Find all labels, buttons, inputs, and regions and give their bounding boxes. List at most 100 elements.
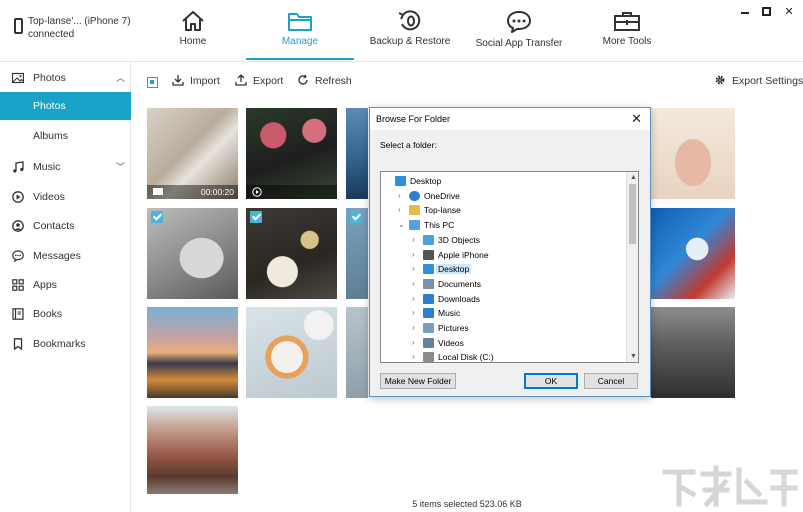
pictures-icon — [423, 323, 434, 333]
tree-item[interactable]: › Desktop — [381, 262, 621, 277]
scroll-thumb[interactable] — [629, 184, 636, 244]
tree-item[interactable]: Desktop — [381, 174, 621, 189]
sidebar-item-videos[interactable]: Videos — [0, 183, 131, 211]
tree-item[interactable]: › Music — [381, 306, 621, 321]
photo-thumbnail[interactable] — [147, 208, 238, 299]
close-window-button[interactable]: ✕ — [783, 6, 795, 18]
download-icon — [423, 293, 434, 304]
expand-arrow-icon[interactable]: › — [412, 338, 420, 347]
export-label: Export — [253, 75, 284, 87]
tree-item-label: Videos — [438, 337, 464, 348]
tree-item-label: Downloads — [438, 293, 481, 304]
refresh-button[interactable]: Refresh — [297, 74, 352, 92]
ok-button[interactable]: OK — [524, 373, 578, 389]
toolbar: Import Export Refresh Export Settings — [131, 62, 803, 104]
scroll-up-arrow[interactable]: ▲ — [630, 174, 637, 181]
tree-item[interactable]: › OneDrive — [381, 189, 621, 204]
tree-item-label: This PC — [424, 220, 455, 231]
photo-thumbnail[interactable] — [147, 406, 238, 494]
sidebar-label-albums: Albums — [33, 130, 69, 142]
selected-checkbox[interactable] — [350, 211, 362, 223]
export-button[interactable]: Export — [235, 74, 283, 92]
import-button[interactable]: Import — [172, 74, 220, 92]
tree-item[interactable]: ⌄ This PC — [381, 218, 621, 233]
photo-thumbnail[interactable] — [346, 108, 368, 199]
sidebar-subitem-photos[interactable]: Photos — [0, 92, 131, 120]
device-info[interactable]: Top-lanse'... (iPhone 7) connected — [12, 14, 142, 46]
tree-item[interactable]: › Downloads — [381, 292, 621, 307]
expand-arrow-icon[interactable]: › — [412, 250, 420, 259]
photo-thumbnail[interactable]: 00:00:20 — [147, 108, 238, 199]
nav-home-label: Home — [179, 36, 207, 47]
expand-arrow-icon[interactable]: › — [412, 308, 420, 317]
nav-more-tools[interactable]: More Tools — [590, 0, 664, 60]
photo-thumbnail[interactable] — [346, 208, 368, 299]
folder-tree[interactable]: Desktop › OneDrive › Top-lanse ⌄ This PC › 3D Ob… — [380, 171, 639, 363]
maximize-icon — [762, 7, 771, 16]
sidebar-item-contacts[interactable]: Contacts — [0, 212, 131, 240]
tree-item-label: Local Disk (C:) — [438, 352, 494, 363]
photo-thumbnail[interactable] — [147, 307, 238, 398]
nav-social-transfer[interactable]: Social App Transfer — [470, 0, 568, 60]
tree-item[interactable]: › Local Disk (C:) — [381, 350, 621, 363]
sidebar-label-apps: Apps — [33, 279, 57, 291]
minimize-button[interactable] — [741, 6, 753, 18]
tree-item[interactable]: › Pictures — [381, 321, 621, 336]
tree-item[interactable]: › 3D Objects — [381, 233, 621, 248]
photo-thumbnail[interactable] — [246, 108, 337, 199]
photo-thumbnail[interactable] — [246, 208, 337, 299]
selected-checkbox[interactable] — [250, 211, 262, 223]
tree-item[interactable]: › Top-lanse — [381, 203, 621, 218]
tree-scrollbar[interactable]: ▲ ▼ — [626, 172, 638, 362]
expanded-arrow-icon[interactable]: ⌄ — [398, 220, 406, 229]
sidebar-item-books[interactable]: Books — [0, 300, 131, 328]
expand-arrow-icon[interactable]: › — [412, 294, 420, 303]
dialog-titlebar: Browse For Folder ✕ — [370, 108, 650, 130]
sidebar-item-photos[interactable]: Photos ︿ — [0, 64, 131, 92]
sidebar-label-books: Books — [33, 308, 63, 320]
tree-item[interactable]: › Apple iPhone — [381, 248, 621, 263]
scroll-down-arrow[interactable]: ▼ — [630, 353, 637, 360]
export-settings-button[interactable]: Export Settings — [714, 74, 803, 92]
message-icon — [12, 250, 24, 262]
expand-arrow-icon[interactable]: › — [412, 235, 420, 244]
select-all-checkbox[interactable] — [147, 77, 158, 88]
tree-item[interactable]: › Videos — [381, 336, 621, 351]
photo-thumbnail[interactable] — [246, 307, 337, 398]
tree-item[interactable]: › Documents — [381, 277, 621, 292]
expand-arrow-icon[interactable]: › — [412, 352, 420, 361]
expand-arrow-icon[interactable]: › — [412, 264, 420, 273]
photo-thumbnail[interactable] — [651, 108, 735, 199]
nav-manage[interactable]: Manage — [246, 0, 354, 60]
refresh-label: Refresh — [315, 75, 352, 87]
sidebar-item-apps[interactable]: Apps — [0, 271, 131, 299]
photo-thumbnail[interactable] — [346, 307, 368, 398]
play-circle-icon — [12, 191, 24, 203]
export-settings-label: Export Settings — [732, 75, 803, 87]
video-info-bar — [246, 185, 337, 199]
photo-thumbnail[interactable] — [651, 307, 735, 398]
sidebar-label-bookmarks: Bookmarks — [33, 338, 86, 350]
selected-checkbox[interactable] — [151, 211, 163, 223]
sidebar-item-messages[interactable]: Messages — [0, 242, 131, 270]
dialog-title: Browse For Folder — [376, 114, 451, 124]
cancel-button[interactable]: Cancel — [584, 373, 638, 389]
expand-arrow-icon[interactable]: › — [412, 279, 420, 288]
dialog-close-button[interactable]: ✕ — [631, 111, 642, 127]
sidebar-item-music[interactable]: Music ﹀ — [0, 153, 131, 181]
make-new-folder-button[interactable]: Make New Folder — [380, 373, 456, 389]
nav-backup-restore[interactable]: Backup & Restore — [362, 0, 458, 60]
sidebar-subitem-albums[interactable]: Albums — [0, 122, 131, 150]
video-duration: 00:00:20 — [200, 187, 234, 197]
expand-arrow-icon[interactable]: › — [398, 205, 406, 214]
photo-thumbnail[interactable] — [651, 208, 735, 299]
expand-arrow-icon[interactable]: › — [412, 323, 420, 332]
sidebar-label-videos: Videos — [33, 191, 65, 203]
contacts-icon — [12, 220, 24, 232]
nav-home[interactable]: Home — [158, 0, 228, 60]
tree-item-label: Apple iPhone — [438, 249, 489, 260]
sidebar-item-bookmarks[interactable]: Bookmarks — [0, 330, 131, 358]
folder-icon — [288, 13, 312, 31]
maximize-button[interactable] — [762, 6, 774, 18]
expand-arrow-icon[interactable]: › — [398, 191, 406, 200]
